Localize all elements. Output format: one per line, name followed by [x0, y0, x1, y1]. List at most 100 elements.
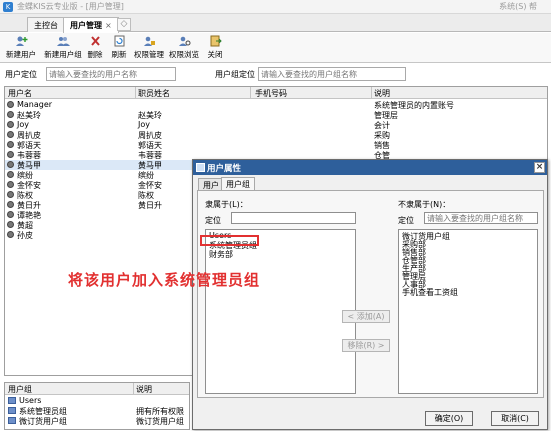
permission-browse-button[interactable]: 权限浏览 [168, 35, 200, 61]
user-icon [7, 211, 14, 218]
permission-manage-icon [143, 36, 155, 46]
remove-button[interactable]: 移除(R) > [342, 339, 390, 352]
table-cell: 孙皮 [17, 231, 33, 240]
refresh-button[interactable]: 刷新 [110, 35, 128, 61]
toolbar-label: 新建用户 [6, 50, 36, 59]
dialog-icon [196, 163, 205, 172]
permission-manage-button[interactable]: 权限管理 [134, 35, 164, 61]
dialog-title: 用户属性 [207, 164, 242, 174]
user-icon [7, 221, 14, 228]
delete-button[interactable]: 删除 [87, 35, 103, 61]
column-header-description[interactable]: 说明 [374, 88, 390, 99]
table-cell: Joy [138, 120, 150, 129]
dialog-close-icon[interactable]: × [534, 162, 545, 173]
user-grid-header: 用户名 职员姓名 手机号码 说明 [5, 87, 547, 99]
column-header-phone[interactable]: 手机号码 [255, 88, 287, 99]
table-row[interactable]: 郭语天 郭语天 销售 [5, 140, 547, 150]
locate-bar: 用户定位 用户组定位 [0, 66, 551, 83]
table-cell: Manager [17, 100, 53, 109]
ok-button[interactable]: 确定(O) [425, 411, 473, 426]
group-icon [8, 417, 16, 424]
user-icon [7, 201, 14, 208]
toolbar-label: 新建用户组 [44, 50, 82, 59]
new-group-icon [56, 37, 70, 46]
user-locate-input[interactable] [46, 67, 176, 81]
refresh-icon [114, 35, 124, 47]
table-row[interactable]: Joy Joy 会计 [5, 120, 547, 130]
user-icon [7, 181, 14, 188]
column-header-group[interactable]: 用户组 [8, 384, 32, 395]
cancel-button[interactable]: 取消(C) [491, 411, 539, 426]
permission-browse-icon [178, 36, 190, 46]
highlight-box [200, 235, 259, 246]
tab-main-console[interactable]: 主控台 [27, 17, 65, 32]
tab-label: 主控台 [34, 21, 58, 30]
group-locate-label: 用户组定位 [215, 70, 255, 79]
close-icon [210, 35, 222, 47]
window-title: 金蝶KIS云专业版 - [用户管理] [17, 2, 124, 11]
system-menu[interactable]: 系统(S) 帮 [499, 1, 537, 12]
group-icon [8, 397, 16, 404]
table-cell: Users [19, 396, 42, 405]
toolbar-label: 权限管理 [134, 50, 164, 59]
table-cell: 微订货用户组 [19, 417, 67, 426]
user-icon [7, 111, 14, 118]
group-row[interactable]: Users [5, 396, 189, 406]
group-icon [8, 407, 16, 414]
column-header-staff-name[interactable]: 职员姓名 [138, 88, 170, 99]
tab-close-icon[interactable]: × [105, 21, 112, 30]
tab-bar: 主控台 用户管理 × ◇ [0, 14, 551, 33]
table-row[interactable]: 赵美玲 赵美玲 管理层 [5, 110, 547, 120]
new-group-button[interactable]: 新建用户组 [43, 35, 83, 61]
right-locate-label: 定位 [398, 216, 414, 225]
column-header-username[interactable]: 用户名 [8, 88, 32, 99]
user-properties-dialog: 用户属性 × 用户 用户组 隶属于(L)： 定位 Users 系统管理员组 财务… [192, 159, 548, 430]
toolbar: 新建用户 新建用户组 删除 刷新 权限管理 权限浏览 关闭 [0, 33, 551, 63]
user-locate-label: 用户定位 [5, 70, 37, 79]
new-user-icon [15, 36, 27, 46]
group-locate-input[interactable] [258, 67, 406, 81]
group-grid-header: 用户组 说明 [5, 383, 189, 395]
dialog-title-bar: 用户属性 × [193, 160, 547, 175]
member-of-item[interactable]: 财务部 [209, 249, 233, 260]
not-member-item[interactable]: 手机查看工资组 [402, 287, 458, 298]
group-row[interactable]: 微订货用户组 微订货用户组 [5, 416, 189, 426]
user-icon [7, 121, 14, 128]
dialog-tab-group[interactable]: 用户组 [221, 177, 255, 190]
user-icon [7, 231, 14, 238]
delete-icon [90, 36, 100, 46]
toolbar-label: 权限浏览 [169, 50, 199, 59]
table-cell: 微订货用户组 [136, 417, 184, 426]
not-member-locate-input[interactable] [424, 212, 538, 224]
user-icon [7, 101, 14, 108]
member-of-label: 隶属于(L)： [205, 200, 248, 209]
group-row[interactable]: 系统管理员组 拥有所有权限 [5, 406, 189, 416]
user-icon [7, 141, 14, 148]
table-row[interactable]: 周扒皮 周扒皮 采购 [5, 130, 547, 140]
new-tab-icon[interactable]: ◇ [117, 18, 131, 31]
tab-label: 用户管理 [70, 21, 102, 30]
group-grid: 用户组 说明 Users 系统管理员组 拥有所有权限 微订货用户组 微订货用户组 [4, 382, 190, 430]
tab-user-management[interactable]: 用户管理 × [63, 17, 119, 33]
new-user-button[interactable]: 新建用户 [4, 35, 38, 61]
column-header-group-description[interactable]: 说明 [136, 384, 152, 395]
member-of-list[interactable]: Users 系统管理员组 财务部 [205, 229, 356, 394]
toolbar-label: 删除 [87, 50, 103, 59]
member-of-locate-input[interactable] [231, 212, 356, 224]
dialog-tab-panel: 隶属于(L)： 定位 Users 系统管理员组 财务部 < 添加(A) 移除(R… [197, 190, 544, 398]
not-member-of-label: 不隶属于(N)： [398, 200, 451, 209]
user-icon [7, 161, 14, 168]
user-icon [7, 171, 14, 178]
user-icon [7, 131, 14, 138]
user-icon [7, 151, 14, 158]
left-locate-label: 定位 [205, 216, 221, 225]
table-cell: Joy [17, 120, 29, 129]
close-button[interactable]: 关闭 [206, 35, 224, 61]
table-row[interactable]: Manager 系统管理员的内置账号 [5, 100, 547, 110]
add-button[interactable]: < 添加(A) [342, 310, 390, 323]
toolbar-label: 关闭 [207, 50, 223, 59]
title-bar: K 金蝶KIS云专业版 - [用户管理] 系统(S) 帮 [0, 0, 551, 14]
toolbar-label: 刷新 [111, 50, 127, 59]
annotation-text: 将该用户加入系统管理员组 [68, 271, 261, 289]
not-member-of-list[interactable]: 微订货用户组 采购部 销售部 仓管部 生产部 管理层 人事部 手机查看工资组 [398, 229, 538, 394]
